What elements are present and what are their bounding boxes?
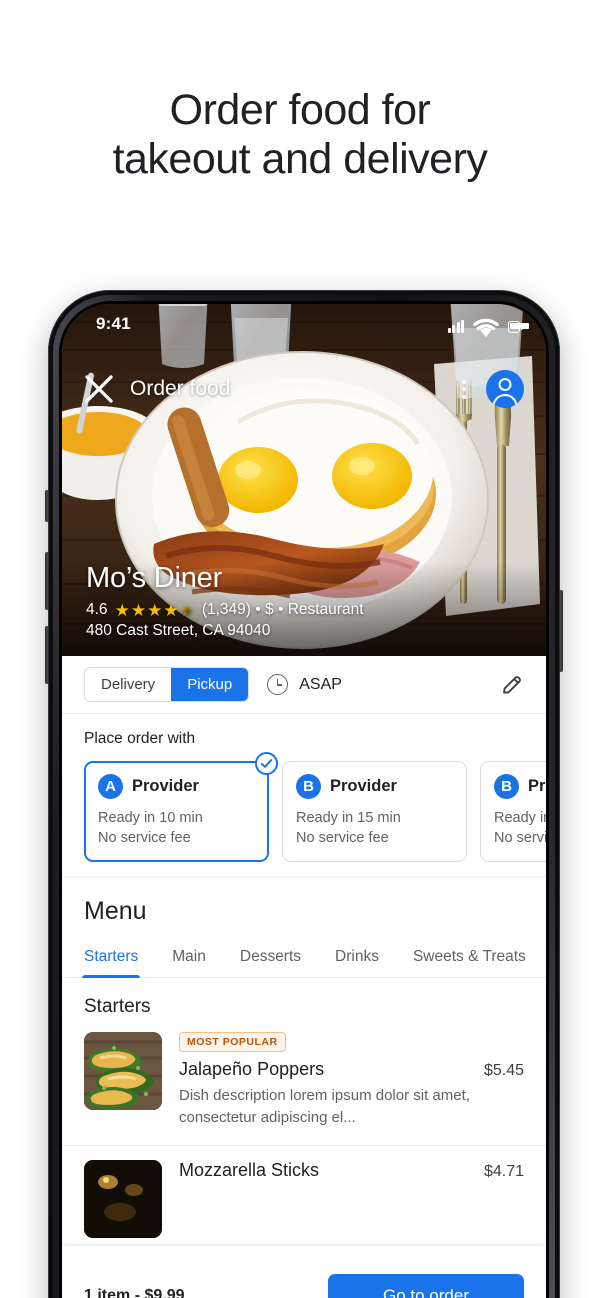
rating-value: 4.6 [86,601,108,618]
close-icon[interactable] [84,374,114,404]
headline-line-2: takeout and delivery [112,135,488,183]
place-name: Mo’s Diner [86,562,223,594]
providers-carousel[interactable]: A Provider Ready in 10 min No service fe… [84,752,546,862]
app-bar: Order food [62,366,546,412]
order-sheet: Delivery Pickup ASAP Place order with A … [62,656,546,1298]
wifi-icon [473,318,499,338]
pickup-option[interactable]: Pickup [171,668,249,701]
battery-full-icon [507,320,530,333]
menu-item-title-row: Jalapeño Poppers $5.45 [179,1059,524,1080]
more-vertical-icon[interactable] [452,374,476,404]
provider-ready-time: Ready in 15 min [494,810,546,826]
menu-title: Menu [84,897,147,925]
menu-section: Menu [62,877,546,926]
restaurant-hero-photo: 9:41 Order food Mo’s Diner 4.6 ★ ★ ★ ★ ★… [62,304,546,656]
status-icons [447,315,530,338]
price-level: $ [265,601,274,618]
fulfillment-toggle[interactable]: Delivery Pickup [84,667,250,702]
power-button[interactable] [559,590,563,672]
place-rating-row: 4.6 ★ ★ ★ ★ ★ (1,349) • $ • Restaurant [86,601,522,619]
menu-item[interactable]: Mozzarella Sticks $4.71 [62,1146,546,1255]
provider-ready-time: Ready in 10 min [98,810,203,826]
mozzarella-sticks-photo [84,1160,162,1238]
provider-card[interactable]: B Provider Ready in 15 min No service fe… [282,761,467,862]
rating-stars-icon: ★ ★ ★ ★ ★ [114,600,195,620]
provider-logo: B [296,774,321,799]
provider-logo: B [494,774,519,799]
tab-drinks[interactable]: Drinks [335,948,379,977]
menu-section-title: Starters [84,996,151,1017]
provider-fee: No service fee [98,830,191,846]
provider-header: A Provider [98,774,255,799]
mute-switch-button[interactable] [45,490,49,522]
status-bar: 9:41 [62,304,546,344]
app-bar-title: Order food [130,377,231,400]
page-title: Order food for takeout and delivery [0,86,600,184]
provider-name: Provider [330,777,397,795]
menu-item-name: Mozzarella Sticks [179,1160,320,1180]
menu-item-price: $4.71 [483,1163,524,1180]
status-time: 9:41 [96,314,131,333]
cellular-bars-icon [447,320,464,334]
delivery-option[interactable]: Delivery [85,668,171,701]
review-count: (1,349) [201,601,251,618]
volume-up-button[interactable] [45,552,49,610]
menu-item-description: Dish description lorem ipsum dolor sit a… [179,1087,470,1126]
menu-item[interactable]: MOST POPULAR Jalapeño Poppers $5.45 Dish… [62,1032,546,1146]
check-circle-icon [255,752,278,775]
most-popular-badge: MOST POPULAR [179,1032,286,1052]
cart-summary: 1 item - $9.99 [84,1287,185,1298]
menu-item-body: MOST POPULAR Jalapeño Poppers $5.45 Dish… [179,1032,524,1129]
menu-item-name: Jalapeño Poppers [179,1059,325,1079]
menu-tabs: Starters Main Desserts Drinks Sweets & T… [62,948,546,978]
provider-fee: No service fee [296,830,389,846]
account-avatar-icon[interactable] [486,370,524,408]
jalapeno-poppers-photo [84,1032,162,1110]
phone-mockup: 9:41 Order food Mo’s Diner 4.6 ★ ★ ★ ★ ★… [45,290,563,1298]
clock-icon [267,674,289,695]
menu-item-body: Mozzarella Sticks $4.71 [179,1160,524,1238]
avatar-body [492,394,518,408]
provider-name: Provider [528,777,546,795]
provider-fee: No service fee [494,830,546,846]
volume-down-button[interactable] [45,626,49,684]
provider-ready-time: Ready in 15 min [296,810,401,826]
tab-starters[interactable]: Starters [81,948,141,978]
provider-card[interactable]: B Provider Ready in 15 min No service fe… [480,761,546,862]
provider-name: Provider [132,777,199,795]
tab-sweets-and-treats[interactable]: Sweets & Treats [413,948,526,977]
tab-desserts[interactable]: Desserts [240,948,301,977]
fulfillment-row: Delivery Pickup ASAP [62,656,546,714]
providers-label: Place order with [84,730,196,747]
providers-section: Place order with A Provider Ready in 10 … [62,714,546,877]
pencil-edit-icon[interactable] [500,673,524,697]
promo-page: Order food for takeout and delivery 9:41… [0,0,600,1298]
avatar-head [498,378,512,391]
go-to-order-button[interactable]: Go to order [328,1274,524,1298]
pickup-time-label[interactable]: ASAP [299,676,342,694]
provider-header: B Provider [296,774,453,799]
provider-header: B Provider [494,774,546,799]
phone-screen: 9:41 Order food Mo’s Diner 4.6 ★ ★ ★ ★ ★… [62,304,546,1298]
menu-item-price: $5.45 [483,1062,524,1079]
provider-card[interactable]: A Provider Ready in 10 min No service fe… [84,752,278,862]
provider-logo: A [98,774,123,799]
tab-main[interactable]: Main [172,948,206,977]
menu-item-title-row: Mozzarella Sticks $4.71 [179,1160,524,1181]
place-info: Mo’s Diner 4.6 ★ ★ ★ ★ ★ (1,349) • $ • R… [62,562,546,656]
place-address: 480 Cast Street, CA 94040 [86,622,271,639]
headline-line-1: Order food for [169,86,431,134]
cart-bottom-bar: 1 item - $9.99 Go to order [62,1246,546,1298]
place-category: Restaurant [287,601,364,618]
